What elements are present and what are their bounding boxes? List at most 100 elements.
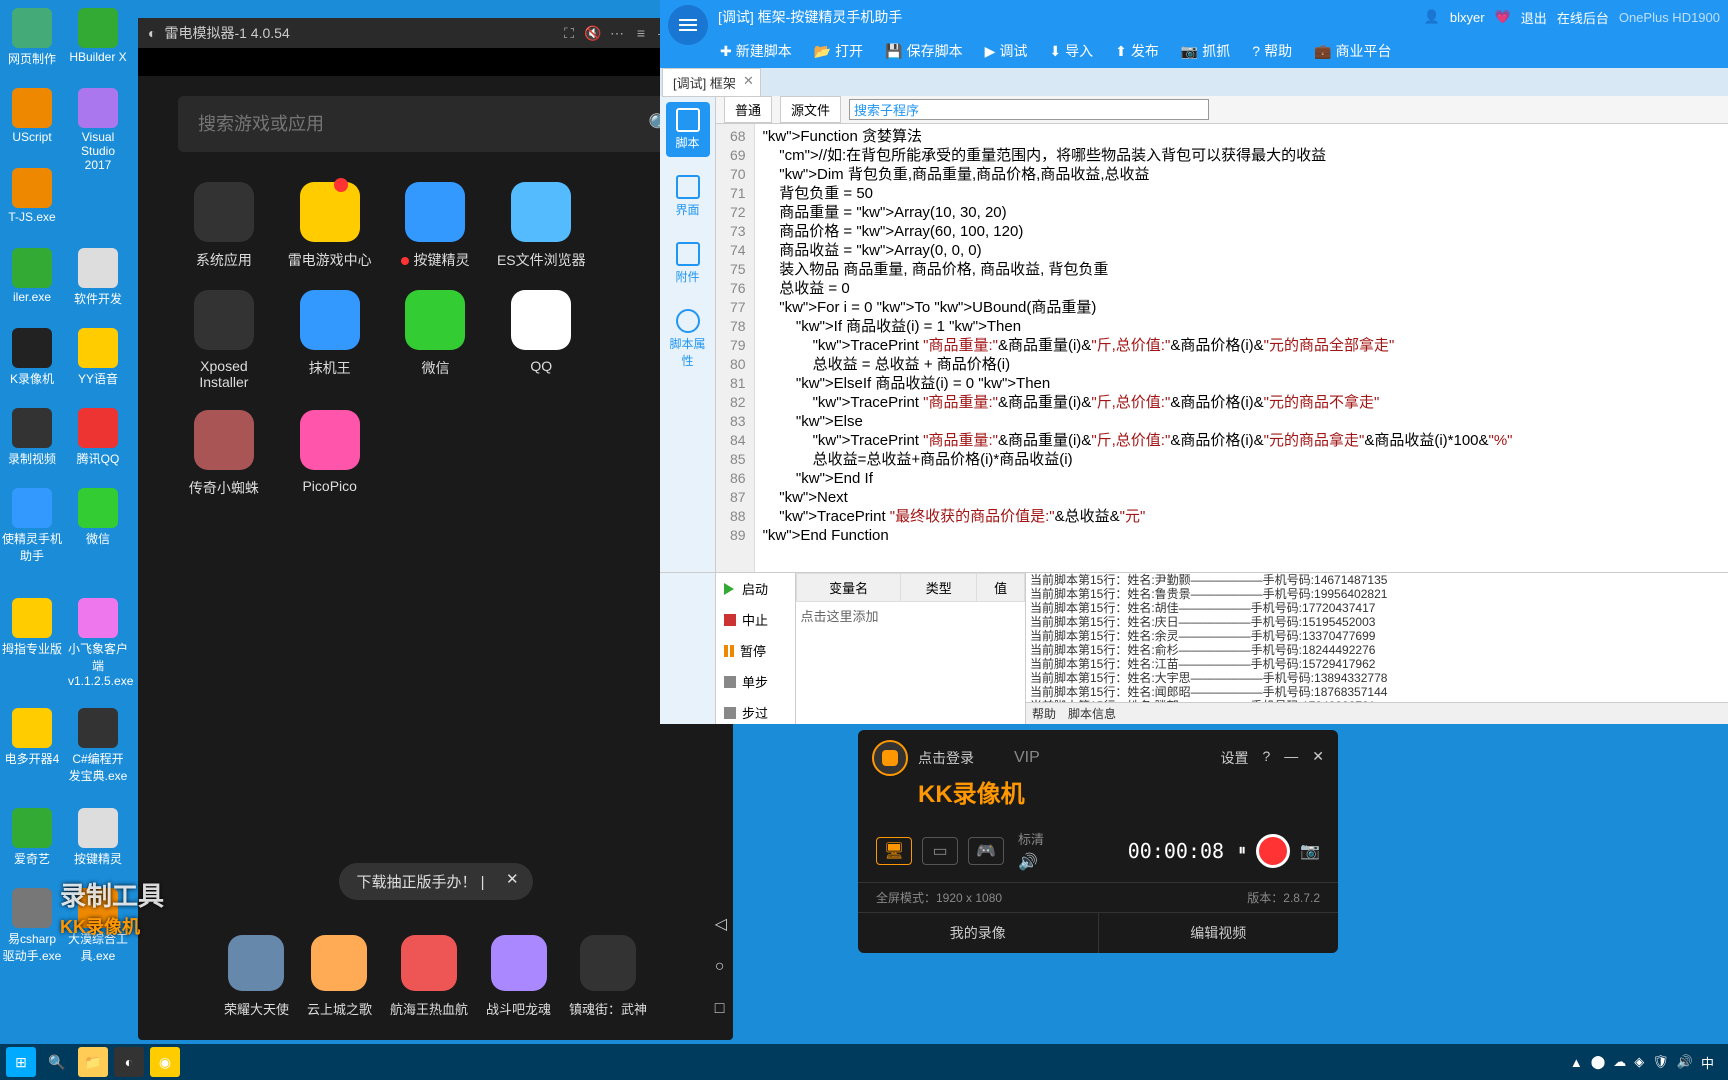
- search-sub-input[interactable]: [849, 99, 1209, 120]
- subtab-normal[interactable]: 普通: [724, 96, 772, 123]
- toolbar-商业平台[interactable]: 💼商业平台: [1314, 41, 1391, 61]
- toolbar-新建脚本[interactable]: ✚新建脚本: [720, 41, 792, 61]
- app-icon[interactable]: 抹机王: [284, 290, 376, 390]
- desktop-icon[interactable]: 微信: [68, 488, 128, 547]
- dock-app[interactable]: 云上城之歌: [307, 935, 372, 1018]
- dock-app[interactable]: 战斗吧龙魂: [486, 935, 551, 1018]
- toolbar-帮助[interactable]: ?帮助: [1252, 41, 1292, 61]
- add-var-placeholder[interactable]: 点击这里添加: [797, 602, 1025, 630]
- app-icon[interactable]: Xposed Installer: [178, 290, 270, 390]
- app-icon[interactable]: QQ: [495, 290, 587, 390]
- mode-screen-icon[interactable]: 🖥: [876, 837, 912, 865]
- explorer-icon[interactable]: 📁: [78, 1047, 108, 1077]
- close-banner-icon[interactable]: ✕: [506, 870, 519, 888]
- kk-close-icon[interactable]: ✕: [1312, 748, 1324, 768]
- app-icon[interactable]: 系统应用: [178, 182, 270, 270]
- dock-app[interactable]: 镇魂街：武神: [569, 935, 647, 1018]
- kk-myrec-button[interactable]: 我的录像: [858, 912, 1099, 953]
- desktop-icon[interactable]: 小飞象客户端v1.1.2.5.exe: [68, 598, 128, 688]
- toolbar-导入[interactable]: ⬇导入: [1049, 41, 1093, 61]
- desktop-icon[interactable]: 电多开器4: [2, 708, 62, 767]
- debug-start[interactable]: 启动: [716, 573, 795, 604]
- desktop-icon[interactable]: iler.exe: [2, 248, 62, 304]
- subtab-source[interactable]: 源文件: [780, 96, 841, 123]
- backstage-link[interactable]: 在线后台: [1557, 8, 1609, 27]
- home-icon[interactable]: ○: [715, 958, 727, 976]
- toolbar-发布[interactable]: ⬆发布: [1115, 41, 1159, 61]
- pause-icon[interactable]: ⏸: [1238, 842, 1246, 860]
- dock-app[interactable]: 荣耀大天使: [224, 935, 289, 1018]
- desktop-icon[interactable]: C#编程开发宝典.exe: [68, 708, 128, 784]
- more-icon[interactable]: ⋯: [607, 25, 627, 42]
- back-icon[interactable]: ◁: [715, 914, 727, 934]
- record-button[interactable]: [1256, 834, 1290, 868]
- desktop-icon[interactable]: 使精灵手机助手: [2, 488, 62, 564]
- kk-settings[interactable]: 设置: [1220, 748, 1248, 768]
- left-tab-attach[interactable]: 附件: [666, 236, 710, 291]
- code-editor[interactable]: 6869707172737475767778798081828384858687…: [716, 124, 1728, 572]
- kk-minimize-icon[interactable]: —: [1284, 748, 1298, 768]
- recent-icon[interactable]: □: [715, 1000, 727, 1018]
- desktop-icon[interactable]: K录像机: [2, 328, 62, 387]
- promo-banner[interactable]: 下载抽正版手办！ | ✕: [338, 863, 532, 900]
- logout-link[interactable]: 退出: [1521, 8, 1547, 27]
- app-icon[interactable]: ES文件浏览器: [495, 182, 587, 270]
- volume-icon[interactable]: 🔊: [1018, 852, 1044, 872]
- taskbar[interactable]: ⊞ 🔍 📁 ◐ ◉ ▲ ⬤ ☁ ◈ 🛡 🔊 中: [0, 1044, 1728, 1080]
- toolbar-保存脚本[interactable]: 💾保存脚本: [885, 41, 962, 61]
- mode-window-icon[interactable]: ▭: [922, 837, 958, 865]
- search-bar[interactable]: 🔍: [178, 96, 693, 152]
- mode-game-icon[interactable]: 🎮: [968, 837, 1004, 865]
- log-panel[interactable]: 当前脚本第15行：姓名:尹勤颢——————手机号码:14671487135当前脚…: [1026, 573, 1728, 724]
- tray-icon[interactable]: ◈: [1634, 1054, 1644, 1070]
- desktop-icon[interactable]: 按键精灵: [68, 808, 128, 867]
- app-icon[interactable]: PicoPico: [284, 410, 376, 498]
- tray-icon[interactable]: 🛡: [1652, 1054, 1669, 1070]
- debug-step[interactable]: 单步: [716, 666, 795, 697]
- kk-help-icon[interactable]: ?: [1262, 748, 1270, 768]
- emulator-titlebar[interactable]: ◐ 雷电模拟器-1 4.0.54 ⛶ 🔇 ⋯ ≡ — □ ✕: [138, 18, 733, 48]
- desktop-icon[interactable]: 腾讯QQ: [68, 408, 128, 467]
- mute-icon[interactable]: 🔇: [583, 25, 603, 42]
- btab-help[interactable]: 帮助: [1032, 705, 1056, 722]
- btab-info[interactable]: 脚本信息: [1068, 705, 1116, 722]
- app-icon[interactable]: 按键精灵: [390, 182, 482, 270]
- search-icon[interactable]: 🔍: [42, 1047, 72, 1077]
- desktop-icon[interactable]: 易csharp驱动手.exe: [2, 888, 62, 964]
- tray-icon[interactable]: ⬤: [1591, 1054, 1606, 1070]
- taskbar-app-icon[interactable]: ◐: [114, 1047, 144, 1077]
- app-icon[interactable]: 微信: [390, 290, 482, 390]
- left-tab-ui[interactable]: 界面: [666, 169, 710, 224]
- left-tab-script[interactable]: 脚本: [666, 102, 710, 157]
- toolbar-调试[interactable]: ▶调试: [985, 41, 1028, 61]
- debug-stop[interactable]: 中止: [716, 604, 795, 635]
- desktop-icon[interactable]: 软件开发: [68, 248, 128, 307]
- heart-icon[interactable]: 💗: [1495, 9, 1511, 25]
- desktop-icon[interactable]: 网页制作: [2, 8, 62, 67]
- dock-app[interactable]: 航海王热血航: [390, 935, 468, 1018]
- system-tray[interactable]: ▲ ⬤ ☁ ◈ 🛡 🔊 中: [1570, 1053, 1722, 1072]
- desktop-icon[interactable]: Visual Studio 2017: [68, 88, 128, 172]
- tray-icon[interactable]: ▲: [1570, 1055, 1583, 1070]
- desktop-icon[interactable]: HBuilder X: [68, 8, 128, 64]
- ide-user[interactable]: blxyer: [1450, 10, 1485, 25]
- app-icon[interactable]: 传奇小蜘蛛: [178, 410, 270, 498]
- taskbar-app-icon[interactable]: ◉: [150, 1047, 180, 1077]
- kk-login[interactable]: 点击登录: [918, 748, 974, 768]
- variables-table[interactable]: 变量名类型值 点击这里添加: [796, 573, 1026, 724]
- code-lines[interactable]: "kw">Function 贪婪算法 "cm">//如:在背包所能承受的重量范围…: [755, 124, 1521, 572]
- tray-icon[interactable]: 中: [1701, 1053, 1714, 1072]
- hamburger-icon[interactable]: [668, 5, 708, 45]
- fullscreen-icon[interactable]: ⛶: [559, 25, 579, 42]
- kk-edit-button[interactable]: 编辑视频: [1099, 912, 1339, 953]
- tray-icon[interactable]: 🔊: [1677, 1054, 1693, 1070]
- close-tab-icon[interactable]: ✕: [743, 73, 754, 89]
- desktop-icon[interactable]: 拇指专业版: [2, 598, 62, 657]
- tray-icon[interactable]: ☁: [1613, 1054, 1626, 1070]
- kk-quality[interactable]: 标清: [1018, 829, 1044, 848]
- app-icon[interactable]: 雷电游戏中心: [284, 182, 376, 270]
- desktop-icon[interactable]: 爱奇艺: [2, 808, 62, 867]
- menu-icon[interactable]: ≡: [631, 25, 651, 42]
- kk-vip[interactable]: VIP: [1014, 749, 1040, 767]
- ide-tab[interactable]: [调试] 框架 ✕: [662, 68, 761, 97]
